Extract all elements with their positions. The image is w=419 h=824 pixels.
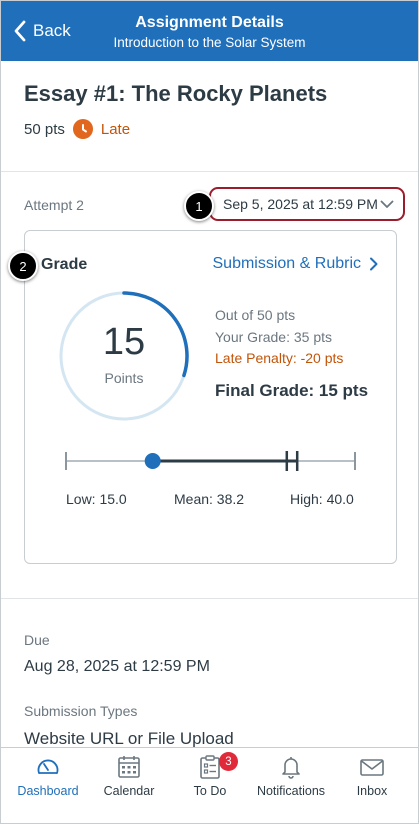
dashboard-icon	[37, 759, 59, 774]
tab-label: Notifications	[256, 784, 326, 798]
divider	[1, 171, 418, 172]
submission-rubric-label: Submission & Rubric	[212, 255, 362, 272]
final-grade: Final Grade: 15 pts	[215, 381, 369, 400]
due-value: Aug 28, 2025 at 12:59 PM	[24, 658, 210, 675]
back-button[interactable]: Back	[13, 15, 71, 47]
submission-types-value: Website URL or File Upload	[24, 729, 234, 748]
points-possible: 50 pts	[24, 120, 65, 138]
app-screen: Back Assignment Details Introduction to …	[0, 0, 419, 824]
todo-count-badge: 3	[219, 752, 238, 771]
grade-label: Grade	[41, 256, 88, 273]
grade-card: Grade Submission & Rubric 15 Points Out …	[24, 230, 397, 564]
late-penalty-text: Late Penalty: -20 pts	[215, 350, 344, 366]
header-titles: Assignment Details Introduction to the S…	[81, 13, 418, 53]
callout-badge-1: 1	[184, 191, 214, 221]
assignment-meta: 50 pts Late	[24, 119, 130, 139]
inbox-icon	[360, 759, 384, 776]
tab-inbox[interactable]: Inbox	[330, 748, 414, 823]
submission-types-label: Submission Types	[24, 703, 138, 719]
high-stat: High: 40.0	[290, 491, 354, 507]
divider	[1, 598, 418, 599]
late-status: Late	[100, 120, 131, 138]
grade-breakdown: Out of 50 pts Your Grade: 35 pts Late Pe…	[215, 305, 343, 370]
clock-icon	[72, 119, 93, 139]
score-unit: Points	[104, 370, 144, 386]
assignment-title: Essay #1: The Rocky Planets	[24, 81, 328, 106]
tab-label: Calendar	[103, 784, 155, 798]
due-label: Due	[24, 632, 50, 648]
tab-label: Inbox	[356, 784, 388, 798]
attempt-date-value: Sep 5, 2025 at 12:59 PM	[223, 196, 378, 212]
calendar-icon	[118, 756, 140, 778]
attempt-label: Attempt 2	[24, 197, 84, 213]
your-grade-text: Your Grade: 35 pts	[215, 328, 333, 345]
your-score-marker	[144, 453, 161, 469]
course-name: Introduction to the Solar System	[113, 35, 306, 50]
tab-dashboard[interactable]: Dashboard	[6, 748, 90, 823]
nav-header: Back Assignment Details Introduction to …	[1, 1, 418, 61]
chevron-left-icon	[14, 20, 26, 42]
submission-rubric-link[interactable]: Submission & Rubric	[213, 255, 379, 273]
tab-notifications[interactable]: Notifications	[249, 748, 333, 823]
tab-label: To Do	[193, 784, 227, 798]
tab-todo[interactable]: To Do	[168, 748, 252, 823]
out-of-text: Out of 50 pts	[215, 307, 296, 323]
score-value: 15	[102, 321, 146, 363]
tab-bar: Dashboard Calendar To Do 3 Notifications…	[1, 747, 418, 823]
callout-badge-2: 2	[8, 251, 38, 281]
chevron-down-icon	[380, 200, 394, 208]
tab-calendar[interactable]: Calendar	[87, 748, 171, 823]
low-stat: Low: 15.0	[66, 491, 127, 507]
back-label: Back	[33, 21, 71, 40]
bell-icon	[282, 757, 300, 779]
tab-label: Dashboard	[17, 784, 79, 798]
chevron-right-icon	[370, 257, 378, 271]
page-title: Assignment Details	[135, 14, 284, 31]
grade-distribution-bar	[65, 451, 356, 471]
mean-stat: Mean: 38.2	[174, 491, 245, 507]
attempt-date-select[interactable]: Sep 5, 2025 at 12:59 PM	[209, 187, 405, 221]
